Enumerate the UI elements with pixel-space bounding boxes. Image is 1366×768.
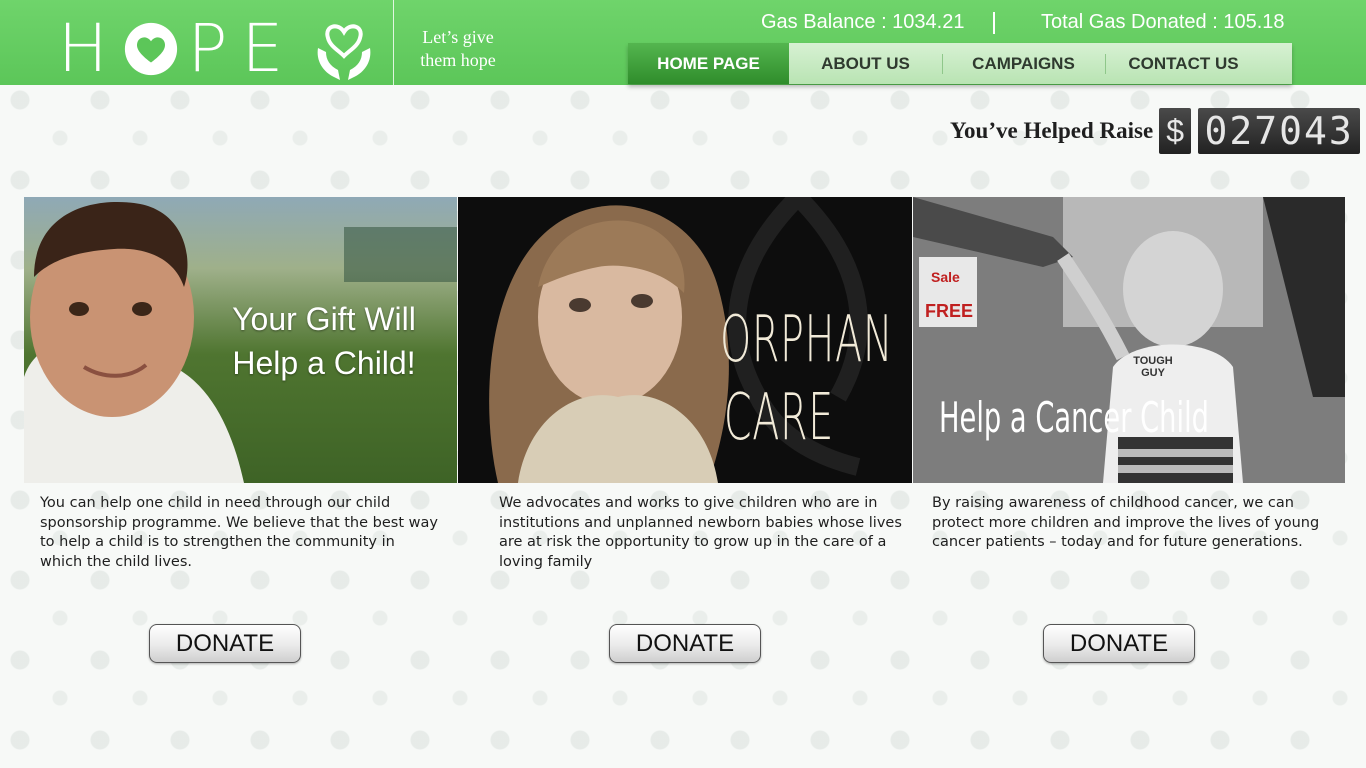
orphan-caption: ORPHAN CARE (720, 301, 894, 457)
orphan-caption-line1: ORPHAN (720, 303, 894, 377)
nav-home-page[interactable]: HOME PAGE (628, 43, 789, 84)
tagline-line1: Let’s give (422, 27, 494, 47)
hope-logo[interactable]: H PE (58, 14, 297, 84)
tagline-line2: them hope (420, 50, 496, 70)
tagline: Let’s give them hope (410, 26, 506, 72)
cancer-caption: Help a Cancer Child (939, 393, 1209, 442)
campaign-image-cancer[interactable]: Sale FREE TOUGH GUY Help a Cancer Child (913, 197, 1345, 483)
logo-letters-pe: PE (187, 10, 298, 87)
gas-info: Gas Balance : 1034.21 Total Gas Donated … (700, 11, 1340, 35)
shirt-text: TOUGH GUY (1133, 355, 1173, 379)
main-nav: HOME PAGE ABOUT US CAMPAIGNS CONTACT US (628, 43, 1292, 84)
gas-donated: Total Gas Donated : 105.18 (1041, 11, 1285, 33)
donate-button-cancer[interactable]: DONATE (1043, 624, 1195, 663)
orphan-caption-line2: CARE (723, 381, 834, 455)
nav-contact-us[interactable]: CONTACT US (1105, 43, 1262, 84)
gas-balance: Gas Balance : 1034.21 (761, 11, 965, 33)
donate-button-gift[interactable]: DONATE (149, 624, 301, 663)
header: H PE Let’s give them hope Gas Balance : … (0, 0, 1366, 85)
nav-about-us[interactable]: ABOUT US (789, 43, 942, 84)
heart-o-icon (124, 22, 177, 76)
sign-free: FREE (925, 301, 974, 321)
cancer-description: By raising awareness of childhood cancer… (932, 495, 1320, 550)
header-divider (393, 0, 394, 85)
raise-label: You’ve Helped Raise (950, 118, 1154, 143)
dollar-sign: $ (1159, 108, 1192, 154)
hands-heart-icon (317, 24, 371, 80)
orphan-description: We advocates and works to give children … (499, 495, 902, 570)
gas-separator (993, 12, 995, 34)
nav-campaigns[interactable]: CAMPAIGNS (942, 43, 1105, 84)
gift-description: You can help one child in need through o… (40, 495, 438, 570)
raise-amount: 027043 (1198, 108, 1361, 154)
campaign-image-orphan[interactable]: ORPHAN CARE (458, 197, 912, 483)
sign-sale: Sale (931, 269, 960, 285)
donate-button-orphan[interactable]: DONATE (609, 624, 761, 663)
gift-caption: Your Gift Will Help a Child! (232, 301, 416, 381)
campaign-image-gift[interactable]: Your Gift Will Help a Child! (24, 197, 457, 483)
raise-counter: You’ve Helped Raise $ 027043 (950, 108, 1361, 154)
logo-letter-h: H (58, 10, 122, 87)
